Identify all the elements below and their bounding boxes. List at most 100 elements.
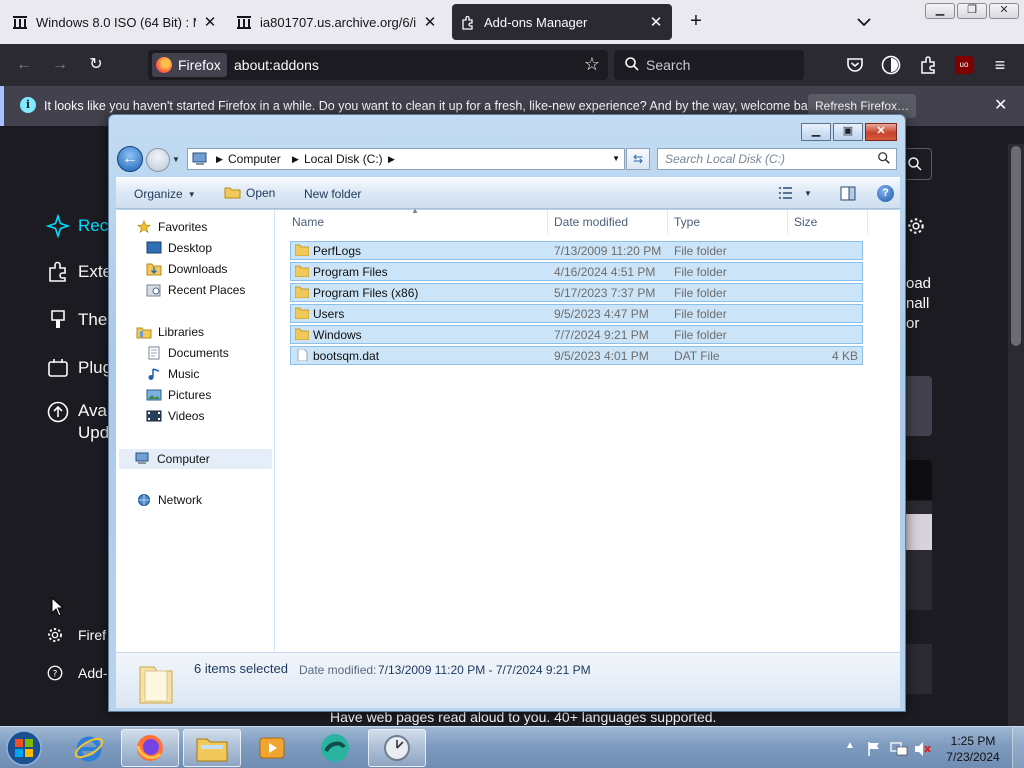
back-button[interactable]: ← bbox=[117, 146, 143, 172]
close-window-button[interactable]: ✕ bbox=[989, 3, 1019, 19]
volume-muted-icon[interactable] bbox=[914, 741, 932, 757]
clock-date: 7/23/2024 bbox=[946, 750, 1000, 764]
forward-icon[interactable]: → bbox=[48, 53, 72, 77]
action-center-flag-icon[interactable] bbox=[866, 741, 882, 757]
breadcrumb-local-disk[interactable]: Local Disk (C:) bbox=[304, 152, 383, 166]
brush-icon bbox=[51, 310, 65, 328]
system-clock[interactable]: 1:25 PM 7/23/2024 bbox=[936, 733, 1010, 765]
view-options-button[interactable]: ▼ bbox=[778, 186, 812, 200]
breadcrumb-computer[interactable]: Computer bbox=[228, 152, 281, 166]
tab-windows-iso[interactable]: Windows 8.0 ISO (64 Bit) : Micro ✕ bbox=[4, 4, 226, 40]
organize-button[interactable]: Organize ▼ bbox=[134, 187, 196, 201]
page-scrollbar[interactable] bbox=[1008, 144, 1024, 726]
chevron-down-icon[interactable] bbox=[854, 12, 874, 32]
column-header-name[interactable]: Name bbox=[286, 210, 548, 234]
start-button[interactable] bbox=[2, 728, 52, 768]
bookmark-star-icon[interactable]: ☆ bbox=[584, 55, 600, 73]
file-row[interactable]: Windows 7/7/2024 9:21 PM File folder bbox=[290, 325, 863, 344]
url-bar[interactable]: Firefox about:addons ☆ bbox=[148, 50, 608, 80]
category-themes[interactable]: Ther bbox=[46, 308, 113, 332]
close-tab-icon[interactable]: ✕ bbox=[648, 13, 664, 31]
pictures-icon bbox=[146, 389, 162, 401]
scrollbar-thumb[interactable] bbox=[1011, 146, 1021, 346]
preview-pane-icon[interactable] bbox=[840, 186, 856, 201]
nav-computer[interactable]: Computer bbox=[119, 449, 272, 469]
close-button[interactable]: ✕ bbox=[865, 123, 897, 141]
nav-libraries[interactable]: Libraries bbox=[136, 325, 204, 339]
ublock-icon[interactable]: uo bbox=[955, 56, 973, 74]
account-icon[interactable] bbox=[880, 54, 902, 76]
maximize-button[interactable]: ▣ bbox=[833, 123, 863, 141]
column-header-size[interactable]: Size bbox=[788, 210, 868, 234]
firefox-logo-icon bbox=[156, 57, 172, 73]
file-row[interactable]: Users 9/5/2023 4:47 PM File folder bbox=[290, 304, 863, 323]
new-tab-button[interactable]: + bbox=[684, 10, 708, 34]
category-recommendations[interactable]: Reco bbox=[46, 214, 118, 238]
restore-button[interactable]: ❐ bbox=[957, 3, 987, 19]
taskbar-media-player[interactable] bbox=[243, 729, 301, 767]
search-input[interactable]: Search Local Disk (C:) bbox=[657, 148, 897, 170]
pocket-icon[interactable] bbox=[844, 54, 866, 76]
star-icon bbox=[136, 220, 152, 234]
show-desktop-button[interactable] bbox=[1012, 727, 1024, 768]
taskbar-app[interactable] bbox=[306, 729, 364, 767]
search-bar[interactable]: Search bbox=[614, 50, 804, 80]
nav-pictures[interactable]: Pictures bbox=[146, 388, 211, 402]
navigation-pane: Favorites Desktop Downloads Recent Place… bbox=[116, 210, 275, 652]
close-tab-icon[interactable]: ✕ bbox=[202, 13, 218, 31]
close-icon[interactable]: ✕ bbox=[994, 95, 1007, 115]
recommendation-card bbox=[906, 550, 932, 610]
close-tab-icon[interactable]: ✕ bbox=[422, 13, 438, 31]
nav-videos[interactable]: Videos bbox=[146, 409, 204, 423]
recommendation-card-button[interactable] bbox=[906, 376, 932, 436]
downloads-folder-icon bbox=[146, 263, 162, 276]
column-header-date-modified[interactable]: Date modified bbox=[548, 210, 668, 234]
identity-box[interactable]: Firefox bbox=[152, 53, 227, 77]
refresh-button[interactable]: ⇆ bbox=[626, 148, 650, 170]
extensions-icon[interactable] bbox=[918, 54, 940, 76]
minimize-button[interactable]: ▁ bbox=[925, 3, 955, 19]
folder-icon bbox=[295, 265, 309, 277]
taskbar-internet-explorer[interactable] bbox=[60, 729, 118, 767]
computer-icon bbox=[135, 452, 149, 464]
column-header-type[interactable]: Type bbox=[668, 210, 788, 234]
nav-network[interactable]: Network bbox=[136, 493, 202, 507]
reload-icon[interactable]: ↻ bbox=[84, 53, 108, 77]
back-icon[interactable]: ← bbox=[12, 53, 36, 77]
addons-options[interactable]: Firef bbox=[46, 626, 106, 644]
category-extensions[interactable]: Exte bbox=[46, 260, 112, 284]
file-row[interactable]: PerfLogs 7/13/2009 11:20 PM File folder bbox=[290, 241, 863, 260]
nav-recent-places[interactable]: Recent Places bbox=[146, 283, 245, 297]
category-available-updates[interactable]: Avai Upd bbox=[46, 400, 111, 444]
nav-music[interactable]: Music bbox=[146, 367, 199, 381]
file-row[interactable]: Program Files (x86) 5/17/2023 7:37 PM Fi… bbox=[290, 283, 863, 302]
taskbar-firefox[interactable] bbox=[121, 729, 179, 767]
taskbar-app-active[interactable] bbox=[368, 729, 426, 767]
recent-pages-dropdown[interactable]: ▼ bbox=[172, 155, 180, 164]
network-status-icon[interactable] bbox=[890, 741, 908, 757]
nav-documents[interactable]: Documents bbox=[146, 346, 229, 360]
address-bar[interactable]: ▶ Computer ▶ Local Disk (C:) ▶ ▼ bbox=[187, 148, 625, 170]
gear-icon[interactable] bbox=[906, 216, 926, 236]
mouse-cursor-icon bbox=[51, 597, 63, 617]
command-bar: Organize ▼ Open New folder ▼ ? bbox=[116, 177, 900, 209]
open-button[interactable]: Open bbox=[224, 185, 275, 200]
help-icon[interactable]: ? bbox=[877, 185, 894, 202]
forward-button[interactable] bbox=[146, 148, 170, 172]
category-plugins[interactable]: Plug bbox=[46, 356, 112, 380]
nav-desktop[interactable]: Desktop bbox=[146, 241, 212, 255]
file-row[interactable]: bootsqm.dat 9/5/2023 4:01 PM DAT File 4 … bbox=[290, 346, 863, 365]
tab-archive-items[interactable]: ia801707.us.archive.org/6/items/ ✕ bbox=[228, 4, 446, 40]
file-row[interactable]: Program Files 4/16/2024 4:51 PM File fol… bbox=[290, 262, 863, 281]
update-arrow-icon bbox=[47, 401, 69, 423]
nav-downloads[interactable]: Downloads bbox=[146, 262, 227, 276]
show-hidden-icons[interactable]: ▲ bbox=[845, 740, 855, 751]
addons-support[interactable]: ? Add- bbox=[46, 664, 108, 682]
nav-favorites[interactable]: Favorites bbox=[136, 220, 207, 234]
minimize-button[interactable]: ▁ bbox=[801, 123, 831, 141]
tab-addons-manager[interactable]: Add-ons Manager ✕ bbox=[452, 4, 672, 40]
new-folder-button[interactable]: New folder bbox=[304, 187, 361, 201]
menu-icon[interactable]: ≡ bbox=[988, 53, 1012, 77]
taskbar-windows-explorer[interactable] bbox=[183, 729, 241, 767]
address-dropdown-icon[interactable]: ▼ bbox=[612, 154, 620, 163]
